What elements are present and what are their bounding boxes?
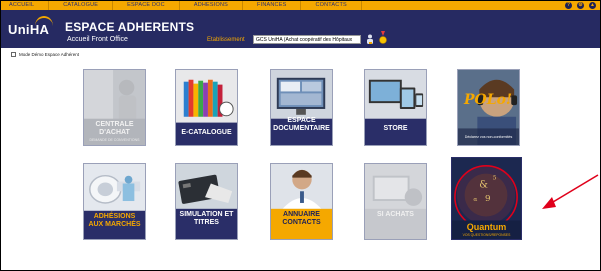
nav-espace-doc[interactable]: ESPACE DOC bbox=[113, 1, 180, 10]
demo-mode-label: Mode Démo Espace Adhérent bbox=[19, 52, 80, 57]
tile-polo-sublabel: Déclarez vos non-conformités bbox=[464, 135, 513, 139]
help-icon[interactable]: ? bbox=[565, 2, 572, 9]
nav-accueil[interactable]: ACCUEIL bbox=[1, 1, 50, 10]
settings-icon[interactable]: ⚙ bbox=[577, 2, 584, 9]
annotation-arrow-icon bbox=[542, 174, 599, 209]
page-title: ESPACE ADHERENTS bbox=[65, 20, 195, 34]
tile-espace-documentaire[interactable]: ESPACE DOCUMENTAIRE bbox=[270, 69, 333, 146]
etablissement-select[interactable]: GCS UniHA (Achat coopératif des Hôpitaux bbox=[253, 35, 361, 44]
tile-e-catalogue-label: E-CATALOGUE bbox=[181, 129, 232, 136]
top-nav: ACCUEIL CATALOGUE ESPACE DOC ADHESIONS F… bbox=[1, 1, 600, 10]
tile-annuaire[interactable]: ANNUAIRE CONTACTS bbox=[270, 163, 333, 240]
tile-adhesions[interactable]: ADHÉSIONS AUX MARCHÉS bbox=[83, 163, 146, 240]
nav-catalogue[interactable]: CATALOGUE bbox=[49, 1, 114, 10]
demo-mode-checkbox[interactable] bbox=[11, 52, 16, 57]
nav-finances[interactable]: FINANCES bbox=[243, 1, 302, 10]
tile-e-catalogue[interactable]: E-CATALOGUE bbox=[175, 69, 238, 146]
tile-si-achats[interactable]: SI ACHATS bbox=[364, 163, 427, 240]
svg-text:9: 9 bbox=[485, 194, 491, 204]
top-icons: ? ⚙ ▲ bbox=[565, 1, 596, 10]
svg-text:5: 5 bbox=[493, 175, 497, 181]
tile-store-label: STORE bbox=[383, 125, 408, 132]
etablissement-label: Etablissement bbox=[207, 37, 245, 43]
header: UniHA ESPACE ADHERENTS Accueil Front Off… bbox=[1, 10, 600, 48]
tile-simulation-label: SIMULATION ET TITRES bbox=[179, 211, 234, 226]
person-icon[interactable] bbox=[366, 34, 374, 45]
tile-documentaire-label: ESPACE DOCUMENTAIRE bbox=[273, 117, 330, 132]
tile-quantum-label: Quantum bbox=[466, 222, 507, 232]
tile-centrale-sublabel: DEMANDE DE CONVENTIONS bbox=[89, 138, 140, 142]
tile-centrale-label: CENTRALE D'ACHAT bbox=[95, 121, 134, 136]
tile-store[interactable]: STORE bbox=[364, 69, 427, 146]
tile-simulation[interactable]: SIMULATION ET TITRES bbox=[175, 163, 238, 240]
page: ACCUEIL CATALOGUE ESPACE DOC ADHESIONS F… bbox=[0, 0, 601, 271]
nav-adhesions[interactable]: ADHESIONS bbox=[180, 1, 244, 10]
tile-centrale-achat[interactable]: CENTRALE D'ACHAT DEMANDE DE CONVENTIONS bbox=[83, 69, 146, 146]
tile-polo[interactable]: POLo! Déclarez vos non-conformités bbox=[457, 69, 520, 146]
tile-polo-label: POLo! bbox=[464, 92, 513, 108]
demo-mode-row: Mode Démo Espace Adhérent bbox=[11, 52, 79, 57]
tile-adhesions-label: ADHÉSIONS AUX MARCHÉS bbox=[88, 213, 141, 228]
tile-quantum[interactable]: & 9 5 α Quantum VOS QUESTIONS/REPONSES bbox=[451, 157, 522, 240]
tile-quantum-sublabel: VOS QUESTIONS/REPONSES bbox=[462, 233, 511, 237]
tile-annuaire-label: ANNUAIRE CONTACTS bbox=[282, 211, 321, 226]
logo[interactable]: UniHA bbox=[8, 22, 49, 37]
nav-contacts[interactable]: CONTACTS bbox=[301, 1, 362, 10]
tile-si-achats-label: SI ACHATS bbox=[377, 211, 414, 218]
svg-text:&: & bbox=[479, 179, 488, 190]
svg-text:α: α bbox=[473, 197, 477, 203]
si-achats-image bbox=[365, 164, 426, 239]
user-icon[interactable]: ▲ bbox=[589, 2, 596, 9]
medal-icon[interactable] bbox=[379, 31, 387, 45]
page-subtitle: Accueil Front Office bbox=[67, 36, 128, 43]
